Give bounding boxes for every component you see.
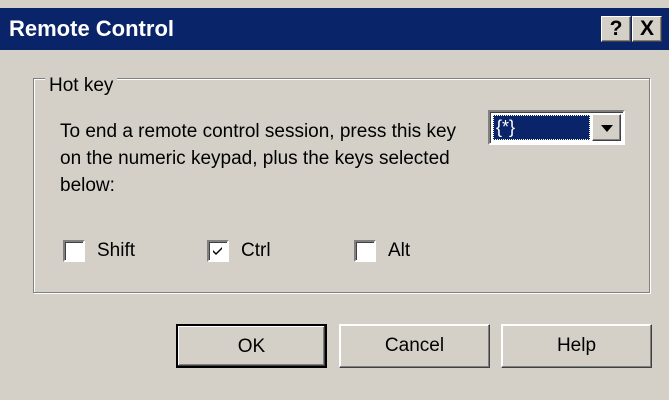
ctrl-checkbox-box[interactable] [207, 240, 229, 262]
hotkey-group-label: Hot key [45, 75, 118, 97]
alt-checkbox-label: Alt [388, 240, 411, 261]
help-button[interactable]: Help [501, 324, 652, 368]
shift-checkbox-box[interactable] [63, 240, 85, 262]
hotkey-description: To end a remote control session, press t… [60, 121, 457, 196]
hotkey-select[interactable]: {*} [488, 110, 625, 145]
ok-button[interactable]: OK [176, 324, 327, 368]
hotkey-selected-value: {*} [493, 115, 590, 140]
ctrl-checkbox-label: Ctrl [241, 240, 271, 261]
cancel-button[interactable]: Cancel [339, 324, 490, 368]
shift-checkbox[interactable]: Shift [63, 237, 153, 265]
alt-checkbox[interactable]: Alt [354, 237, 444, 265]
checkmark-icon [213, 247, 222, 255]
title-bar: Remote Control ? X [0, 8, 669, 50]
dialog-content: Hot key To end a remote control session,… [0, 50, 669, 400]
remote-control-dialog: Remote Control ? X Hot key To end a remo… [0, 0, 669, 400]
window-title: Remote Control [9, 16, 174, 41]
help-title-button[interactable]: ? [601, 16, 631, 42]
chevron-down-icon[interactable] [592, 114, 621, 141]
shift-checkbox-label: Shift [97, 240, 136, 261]
close-button[interactable]: X [632, 16, 662, 42]
alt-checkbox-box[interactable] [354, 240, 376, 262]
ctrl-checkbox[interactable]: Ctrl [207, 237, 297, 265]
